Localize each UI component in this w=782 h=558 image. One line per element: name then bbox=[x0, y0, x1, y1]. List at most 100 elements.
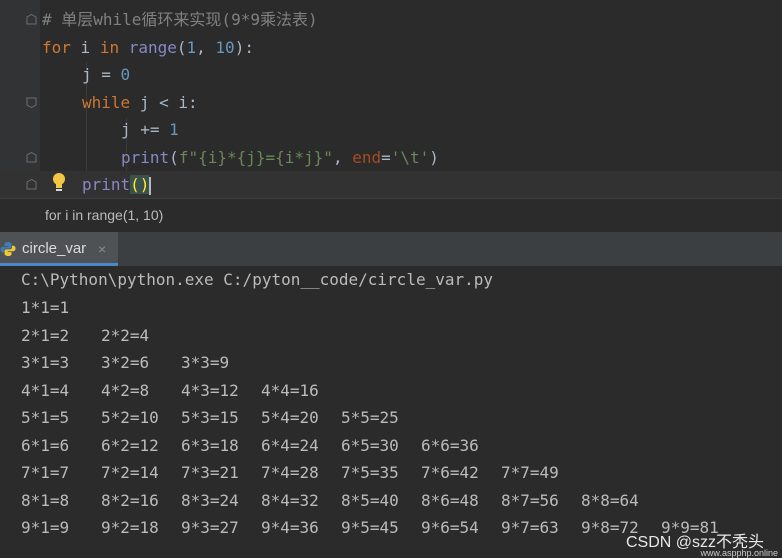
kwarg-end: end bbox=[352, 147, 382, 167]
code-while-statement: while j < i: bbox=[82, 89, 198, 117]
console-output-row: 1*1=1 bbox=[21, 294, 101, 322]
number-10: 10 bbox=[215, 37, 235, 57]
product-cell: 6*5=30 bbox=[341, 435, 399, 455]
breadcrumb[interactable]: for i in range(1, 10) bbox=[0, 198, 782, 233]
code-line-7-current[interactable]: print() bbox=[0, 171, 782, 199]
product-cell: 2*2=4 bbox=[101, 325, 150, 345]
product-cell: 4*2=8 bbox=[101, 380, 150, 400]
text-caret bbox=[149, 176, 152, 195]
product-cell: 6*2=12 bbox=[101, 435, 159, 455]
product-cell: 7*3=21 bbox=[181, 463, 239, 482]
tab-string: '\t' bbox=[390, 147, 430, 167]
lightbulb-icon[interactable] bbox=[50, 171, 68, 193]
paren-open: ( bbox=[169, 147, 179, 167]
product-cell: 6*6=36 bbox=[421, 435, 479, 455]
product-cell: 9*7=63 bbox=[501, 518, 559, 537]
increment-text: j += bbox=[121, 120, 170, 139]
console-output-row: 3*1=3 3*2=6 3*3=9 bbox=[21, 349, 261, 377]
product-cell: 1*1=1 bbox=[21, 298, 70, 317]
product-cell: 5*2=10 bbox=[101, 408, 159, 427]
fold-start-icon[interactable] bbox=[26, 97, 37, 108]
code-line-2[interactable]: for i in range(1, 10): bbox=[0, 34, 782, 62]
run-console-output[interactable]: C:\Python\python.exe C:/pyton__code/circ… bbox=[0, 266, 782, 558]
product-cell: 3*1=3 bbox=[21, 353, 70, 372]
code-print-newline: print() bbox=[82, 171, 152, 199]
product-cell: 8*7=56 bbox=[501, 490, 559, 510]
code-line-6[interactable]: print(f"{i}*{j}={i*j}", end='\t') bbox=[0, 144, 782, 172]
paren-open: ( bbox=[176, 37, 187, 57]
code-for-statement: for i in range(1, 10): bbox=[42, 34, 254, 62]
code-line-3[interactable]: j = 0 bbox=[0, 61, 782, 89]
console-output-row: 5*1=5 5*2=10 5*3=15 5*4=20 5*5=25 bbox=[21, 404, 421, 432]
product-cell: 7*2=14 bbox=[101, 463, 159, 482]
code-line-1[interactable]: # 单层while循环来实现(9*9乘法表) bbox=[0, 6, 782, 34]
code-assign-j: j = 0 bbox=[82, 61, 130, 89]
keyword-in: in bbox=[99, 37, 120, 57]
product-cell: 4*3=12 bbox=[181, 380, 239, 400]
comma: , bbox=[196, 37, 216, 57]
tab-label: circle_var bbox=[22, 240, 87, 257]
product-cell: 8*2=16 bbox=[101, 490, 159, 510]
python-icon bbox=[0, 241, 16, 257]
comment-text: # 单层while循环来实现(9*9乘法表) bbox=[42, 10, 318, 29]
product-cell: 9*6=54 bbox=[421, 518, 479, 537]
number-1: 1 bbox=[169, 120, 179, 139]
breadcrumb-item[interactable]: for i in range(1, 10) bbox=[45, 207, 163, 223]
number-1: 1 bbox=[186, 37, 197, 57]
product-cell: 7*4=28 bbox=[261, 463, 319, 482]
number-0: 0 bbox=[120, 65, 131, 84]
product-cell: 6*4=24 bbox=[261, 435, 319, 455]
product-cell: 8*5=40 bbox=[341, 490, 399, 510]
comma: , bbox=[332, 147, 353, 167]
product-cell: 7*7=49 bbox=[501, 463, 559, 482]
product-cell: 4*1=4 bbox=[21, 380, 70, 400]
assign-text: j = bbox=[82, 65, 121, 84]
paren-close: ) bbox=[429, 147, 439, 167]
product-cell: 4*4=16 bbox=[261, 380, 319, 400]
fold-end-icon[interactable] bbox=[26, 14, 37, 25]
builtin-range: range bbox=[119, 37, 177, 57]
matched-parens: () bbox=[130, 175, 150, 194]
product-cell: 5*3=15 bbox=[181, 408, 239, 427]
product-cell: 5*5=25 bbox=[341, 408, 399, 427]
product-cell: 8*4=32 bbox=[261, 490, 319, 510]
tab-circle-var[interactable]: circle_var × bbox=[0, 232, 118, 266]
product-cell: 7*1=7 bbox=[21, 463, 70, 482]
product-cell: 8*6=48 bbox=[421, 490, 479, 510]
code-line-5[interactable]: j += 1 bbox=[0, 116, 782, 144]
run-tool-window-tabs: circle_var × bbox=[0, 232, 782, 267]
code-print-call: print(f"{i}*{j}={i*j}", end='\t') bbox=[121, 144, 439, 172]
code-line-4[interactable]: while j < i: bbox=[0, 89, 782, 117]
product-cell: 3*2=6 bbox=[101, 353, 150, 372]
product-cell: 7*5=35 bbox=[341, 463, 399, 482]
product-cell: 9*1=9 bbox=[21, 518, 70, 537]
fold-end-icon[interactable] bbox=[26, 151, 37, 163]
product-cell: 8*1=8 bbox=[21, 490, 70, 510]
keyword-for: for bbox=[42, 37, 71, 57]
console-output-row: 8*1=8 8*2=16 8*3=24 8*4=32 8*5=40 8*6=48 8*7=5… bbox=[21, 487, 661, 515]
close-icon[interactable]: × bbox=[98, 241, 106, 257]
console-output-row: 7*1=7 7*2=14 7*3=21 7*4=28 7*5=35 7*6=42 7*7=4… bbox=[21, 459, 581, 487]
code-increment-j: j += 1 bbox=[121, 116, 179, 144]
builtin-print: print bbox=[121, 147, 170, 167]
product-cell: 3*3=9 bbox=[181, 353, 230, 372]
console-output-row: 2*1=2 2*2=4 bbox=[21, 322, 181, 350]
console-command-line: C:\Python\python.exe C:/pyton__code/circ… bbox=[21, 270, 494, 289]
product-cell: 7*6=42 bbox=[421, 463, 479, 482]
product-cell: 9*4=36 bbox=[261, 518, 319, 537]
var-i: i bbox=[70, 37, 100, 57]
code-editor[interactable]: # 单层while循环来实现(9*9乘法表) for i in range(1,… bbox=[0, 0, 782, 199]
product-cell: 8*3=24 bbox=[181, 490, 239, 510]
product-cell: 8*8=64 bbox=[581, 490, 639, 510]
keyword-while: while bbox=[82, 92, 131, 112]
equals: = bbox=[381, 147, 391, 167]
product-cell: 5*4=20 bbox=[261, 408, 319, 427]
console-output-row: 4*1=4 4*2=8 4*3=12 4*4=16 bbox=[21, 377, 341, 405]
product-cell: 9*2=18 bbox=[101, 518, 159, 537]
product-cell: 5*1=5 bbox=[21, 408, 70, 427]
fold-end-icon[interactable] bbox=[26, 179, 37, 190]
product-cell: 6*3=18 bbox=[181, 435, 239, 455]
product-cell: 9*5=45 bbox=[341, 518, 399, 537]
paren-close: ): bbox=[234, 37, 254, 57]
product-cell: 9*3=27 bbox=[181, 518, 239, 537]
